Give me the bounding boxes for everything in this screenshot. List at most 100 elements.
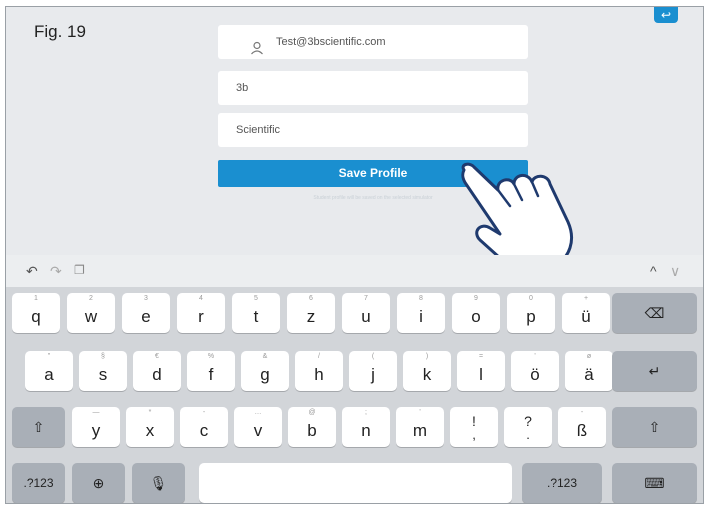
shift-left-key[interactable]: ⇧ — [12, 407, 65, 447]
undo-icon[interactable]: ↶ — [26, 263, 38, 280]
keyboard: 1 q 2 w 3 e 4 r 5 t 6 z 7 u 8 i 9 o 0 p + ü " a § s € d% f & g / h(j) k =… — [6, 287, 703, 503]
redo-icon[interactable]: ↷ — [50, 263, 62, 280]
key-f[interactable]: % f — [187, 351, 235, 391]
key-label: ! — [472, 413, 476, 429]
key-secondary-label: * — [148, 409, 152, 416]
key-label: q — [31, 307, 41, 326]
key-secondary-label: & — [262, 353, 268, 360]
key-e[interactable]: 3e — [122, 293, 170, 333]
key-secondary-label: ; — [365, 409, 367, 416]
key-secondary-label: ø — [586, 353, 592, 360]
key-l[interactable]: = l — [457, 351, 505, 391]
hide-keyboard-key[interactable]: ⌨ — [612, 463, 697, 503]
key-label: ? — [524, 413, 532, 429]
clipboard-icon[interactable]: ❐ — [74, 263, 85, 277]
key-secondary-label: 9 — [474, 295, 478, 302]
key-label: s — [98, 365, 108, 384]
key-h[interactable]: / h — [295, 351, 343, 391]
key-label: u — [361, 307, 371, 326]
key-secondary-label: " — [47, 353, 51, 360]
key-i[interactable]: 8i — [397, 293, 445, 333]
key-secondary-label: 2 — [89, 295, 93, 302]
email-value: Test@3bscientific.com — [276, 36, 386, 48]
key-secondary-label: 0 — [529, 295, 533, 302]
key-k[interactable]: ) k — [403, 351, 451, 391]
first-name-field[interactable]: 3b — [218, 71, 528, 105]
shift-right-key[interactable]: ⇧ — [612, 407, 697, 447]
key-ß[interactable]: -ß — [558, 407, 606, 447]
key-secondary-label: / — [318, 353, 320, 360]
key-label: c — [199, 421, 209, 440]
key-ä[interactable]: øä — [565, 351, 613, 391]
key-secondary-label: - — [202, 409, 206, 416]
key-y[interactable]: — y — [72, 407, 120, 447]
key-label: d — [152, 365, 162, 384]
last-name-field[interactable]: Scientific — [218, 113, 528, 147]
key-secondary-label: … — [254, 409, 262, 416]
key-label: f — [208, 365, 214, 384]
key-w[interactable]: 2w — [67, 293, 115, 333]
globe-key[interactable]: ⊕ — [72, 463, 125, 503]
backspace-key[interactable]: ⌫ — [612, 293, 697, 333]
space-key[interactable] — [199, 463, 512, 503]
figure-label: Fig. 19 — [34, 22, 86, 41]
key-label: ä — [584, 365, 594, 384]
key-label: n — [361, 421, 371, 440]
email-field[interactable]: Test@3bscientific.com — [218, 25, 528, 59]
key-label: x — [145, 421, 155, 440]
key-label: m — [412, 421, 428, 440]
key-ö[interactable]: ' ö — [511, 351, 559, 391]
shift-icon: ⇧ — [32, 418, 45, 435]
numbers-key-right[interactable]: .?123 — [522, 463, 602, 503]
key-p[interactable]: 0p — [507, 293, 555, 333]
return-icon[interactable]: ↩ — [654, 7, 678, 23]
key-secondary-label: 1 — [34, 295, 38, 302]
key-c[interactable]: -c — [180, 407, 228, 447]
key-?[interactable]: .? — [504, 407, 552, 447]
numbers-key-left[interactable]: .?123 — [12, 463, 65, 503]
key-secondary-label: @ — [308, 409, 316, 416]
key-label: j — [371, 365, 375, 384]
key-o[interactable]: 9o — [452, 293, 500, 333]
key-r[interactable]: 4r — [177, 293, 225, 333]
key-j[interactable]: (j — [349, 351, 397, 391]
key-secondary-label: 8 — [419, 295, 423, 302]
key-label: a — [44, 365, 54, 384]
key-secondary-label: % — [207, 353, 215, 360]
return-key[interactable]: ↵ — [612, 351, 697, 391]
chevron-up-icon[interactable]: ^ — [650, 263, 657, 279]
key-t[interactable]: 5t — [232, 293, 280, 333]
key-q[interactable]: 1q — [12, 293, 60, 333]
keyboard-hide-icon: ⌨ — [644, 474, 665, 491]
key-label: l — [479, 365, 483, 384]
key-g[interactable]: & g — [241, 351, 289, 391]
key-label: b — [307, 421, 317, 440]
key-v[interactable]: … v — [234, 407, 282, 447]
key-secondary-label: = — [478, 353, 484, 360]
return-icon: ↵ — [648, 362, 661, 379]
key-ü[interactable]: + ü — [562, 293, 610, 333]
globe-icon: ⊕ — [92, 474, 105, 491]
key-label: ö — [530, 365, 540, 384]
key-label: w — [84, 307, 98, 326]
key-n[interactable]: ; n — [342, 407, 390, 447]
key-z[interactable]: 6z — [287, 293, 335, 333]
key-d[interactable]: € d — [133, 351, 181, 391]
key-m[interactable]: ' m — [396, 407, 444, 447]
key-secondary-label: ' — [534, 353, 536, 360]
key-s[interactable]: § s — [79, 351, 127, 391]
key-secondary-label: € — [155, 353, 159, 360]
key-b[interactable]: @ b — [288, 407, 336, 447]
key-![interactable]: ,! — [450, 407, 498, 447]
screenshot-frame: Fig. 19 ↩ Test@3bscientific.com 3b Scien… — [5, 6, 704, 504]
chevron-down-icon[interactable]: ∨ — [670, 263, 680, 280]
key-x[interactable]: * x — [126, 407, 174, 447]
key-a[interactable]: " a — [25, 351, 73, 391]
key-secondary-label: ' — [419, 409, 421, 416]
key-u[interactable]: 7u — [342, 293, 390, 333]
key-secondary-label: § — [101, 353, 105, 360]
key-label: t — [253, 307, 259, 326]
shift-icon: ⇧ — [648, 418, 661, 435]
microphone-key[interactable]: 🎙 — [132, 463, 185, 503]
key-label: v — [253, 421, 263, 440]
